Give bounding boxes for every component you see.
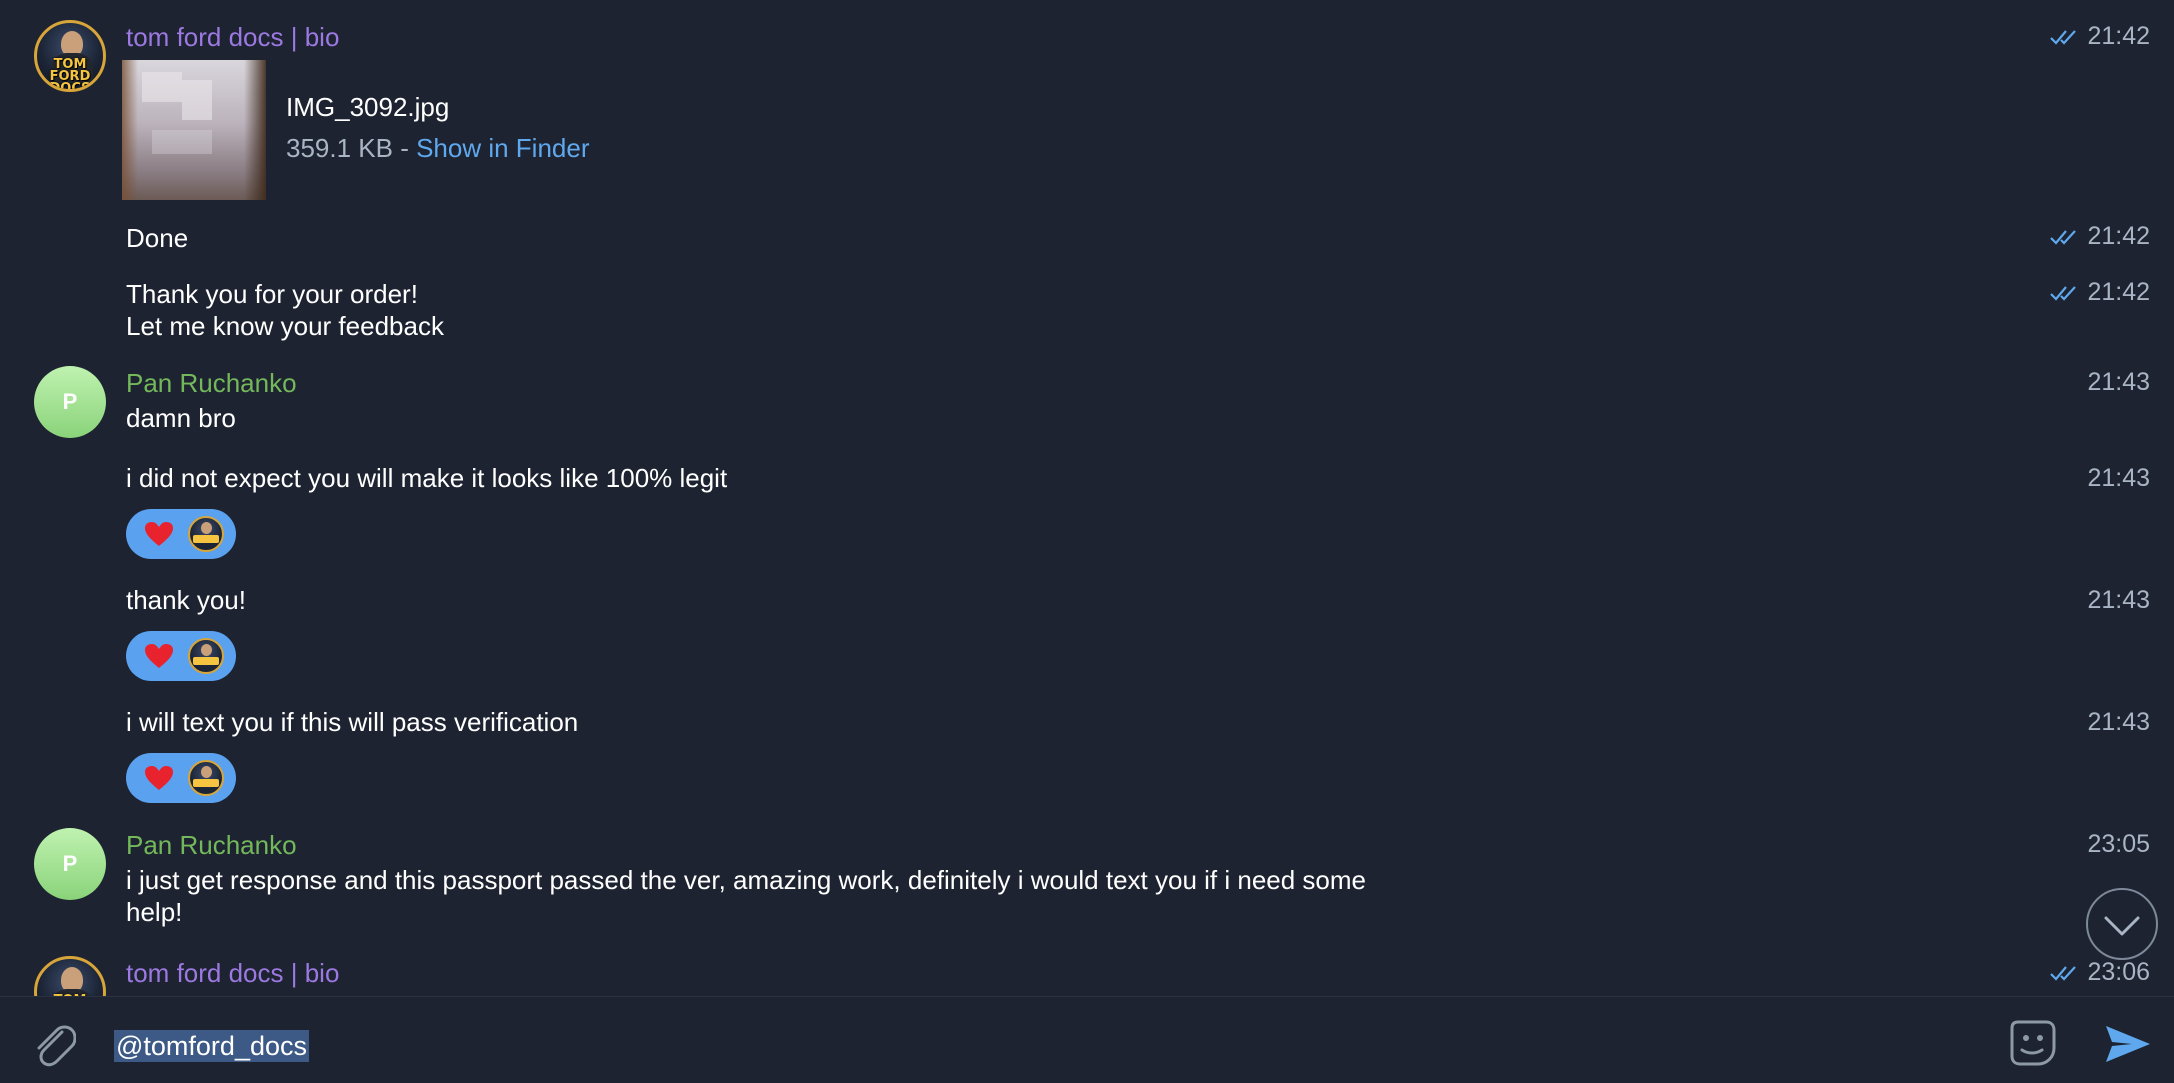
send-icon[interactable] [2104,1022,2152,1066]
avatar-logo-text: TOM FORDDOCS [49,57,91,92]
message-text: i did not expect you will make it looks … [126,463,728,493]
file-meta: 359.1 KB - Show in Finder [286,133,590,164]
reaction-avatar [188,638,224,674]
message-time: 23:05 [2087,830,2150,858]
sender-name[interactable]: Pan Ruchanko [126,830,297,861]
scroll-to-bottom-button[interactable] [2086,888,2158,960]
chevron-down-icon [2104,916,2140,936]
heart-icon [145,522,173,546]
message-time: 21:43 [2087,368,2150,396]
message-time: 23:06 [2049,958,2150,987]
heart-icon [145,644,173,668]
double-check-icon [2050,229,2077,245]
sender-avatar[interactable]: P [34,828,106,900]
sticker-icon[interactable] [2008,1018,2058,1068]
heart-icon [145,766,173,790]
sender-name[interactable]: tom ford docs | bio [126,22,339,53]
sender-name[interactable]: Pan Ruchanko [126,368,297,399]
sender-avatar[interactable]: P [34,366,106,438]
message-line: Let me know your feedback [126,311,444,341]
double-check-icon [2050,29,2077,45]
message-time: 21:42 [2049,22,2150,51]
message-time: 21:42 [2049,222,2150,251]
image-thumbnail[interactable] [122,60,266,200]
paperclip-icon[interactable] [30,1018,76,1068]
message-text: damn bro [126,403,236,433]
show-in-finder-link[interactable]: Show in Finder [416,133,589,163]
message-line: Thank you for your order! [126,279,418,309]
reaction-avatar [188,516,224,552]
message-time: 21:42 [2049,278,2150,307]
sender-avatar[interactable]: TOM FORDDOCS [34,20,106,92]
message-line: help! [126,897,183,927]
file-name[interactable]: IMG_3092.jpg [286,92,449,123]
sender-name[interactable]: tom ford docs | bio [126,958,339,989]
message-text: i just get response and this passport pa… [126,864,1366,928]
message-line: i just get response and this passport pa… [126,865,1367,895]
double-check-icon [2050,965,2077,981]
reaction-pill[interactable] [126,753,236,803]
message-text: Thank you for your order! Let me know yo… [126,278,444,342]
message-time: 21:43 [2087,586,2150,614]
message-list[interactable]: TOM FORD DOCS tom ford docs | bio 21:42 I… [0,0,2174,996]
message-time: 21:43 [2087,708,2150,736]
composer-bar [0,996,2174,1083]
message-text: i will text you if this will pass verifi… [126,707,579,737]
sender-avatar[interactable]: TOM FORDDOCS [34,956,106,996]
message-text: thank you! [126,585,246,615]
reaction-pill[interactable] [126,631,236,681]
message-time: 21:43 [2087,464,2150,492]
message-text: Done [126,223,189,253]
double-check-icon [2050,285,2077,301]
reaction-avatar [188,760,224,796]
reaction-pill[interactable] [126,509,236,559]
file-size: 359.1 KB - [286,133,417,163]
message-input[interactable]: @tomford_docs [114,1030,309,1062]
